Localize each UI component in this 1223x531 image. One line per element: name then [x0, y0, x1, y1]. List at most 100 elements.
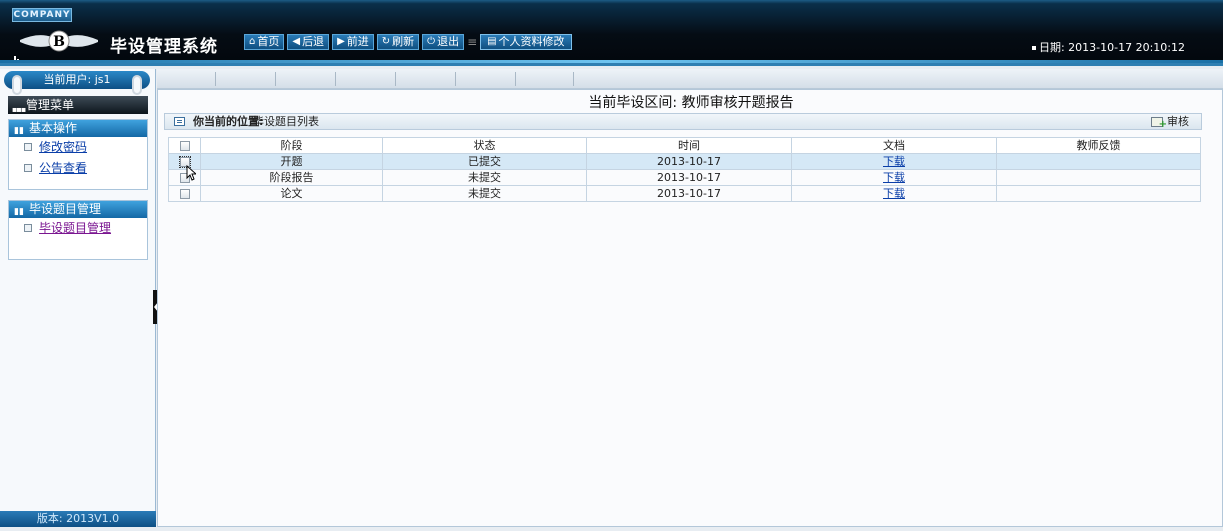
topic-table: 阶段 状态 时间 文档 教师反馈 开题 已提交 2013-10-17 下载 阶段…	[168, 137, 1201, 202]
menu-group-title: 毕设题目管理	[29, 202, 102, 216]
date-value: 2013-10-17 20:10:12	[1068, 41, 1185, 54]
feedback-cell	[996, 153, 1201, 170]
audit-label: 审核	[1167, 115, 1189, 128]
stage-cell: 开题	[200, 153, 383, 170]
sidebar: 当前用户: js1 ▪▪▪ 管理菜单 ▮▮ 基本操作 修改密码 公告查看 ▮▮ …	[0, 69, 156, 527]
app-window: COMPANY B 毕设管理系统 ⌂ 首页 ◀ 后退 ▶ 前进 ↻ 刷新 ⏻ 退出 ≡ ▤…	[0, 0, 1223, 531]
status-cell: 未提交	[382, 185, 587, 202]
svg-text:B: B	[53, 34, 65, 50]
signal-icon	[14, 56, 22, 62]
column-header: 状态	[382, 137, 587, 154]
menu-title: ▪▪▪ 管理菜单	[8, 96, 148, 114]
toolbar-separator-icon: ≡	[467, 35, 478, 49]
topic-management-link[interactable]: 毕设题目管理	[39, 221, 111, 235]
logout-button[interactable]: ⏻ 退出	[422, 34, 465, 50]
home-button[interactable]: ⌂ 首页	[244, 34, 285, 50]
list-icon	[174, 117, 185, 126]
row-checkbox[interactable]	[179, 189, 190, 199]
select-all-cell[interactable]	[168, 137, 201, 154]
sidebar-item-announcements[interactable]: 公告查看	[9, 158, 147, 179]
table-header-row: 阶段 状态 时间 文档 教师反馈	[168, 137, 1201, 154]
tab-divider	[335, 72, 336, 86]
arrow-right-icon: ▶	[337, 36, 345, 47]
column-header: 教师反馈	[996, 137, 1201, 154]
tab-divider	[455, 72, 456, 86]
menu-group-header-basic[interactable]: ▮▮ 基本操作	[9, 120, 147, 137]
home-icon: ⌂	[249, 36, 256, 47]
refresh-icon: ↻	[381, 36, 391, 47]
menu-spacer	[9, 179, 147, 189]
status-cell: 已提交	[382, 153, 587, 170]
forward-button[interactable]: ▶ 前进	[332, 34, 374, 50]
tab-divider	[515, 72, 516, 86]
tab-strip	[157, 69, 1223, 89]
system-title: 毕设管理系统	[110, 37, 218, 57]
menu-group-header-topic[interactable]: ▮▮ 毕设题目管理	[9, 201, 147, 218]
back-button[interactable]: ◀ 后退	[287, 34, 330, 50]
doc-cell: 下载	[791, 185, 997, 202]
time-cell: 2013-10-17	[586, 153, 792, 170]
table-row[interactable]: 开题 已提交 2013-10-17 下载	[168, 153, 1201, 170]
main-content: 当前毕设区间: 教师审核开题报告 你当前的位置: 毕设题目列表 审核 阶段 状态…	[157, 89, 1223, 527]
tab-divider	[275, 72, 276, 86]
column-header: 时间	[586, 137, 792, 154]
toolbar: ⌂ 首页 ◀ 后退 ▶ 前进 ↻ 刷新 ⏻ 退出 ≡ ▤ 个人资料修改	[244, 34, 572, 50]
grid-icon: ▪▪▪	[12, 105, 26, 114]
menu-group-topic: ▮▮ 毕设题目管理 毕设题目管理	[8, 200, 148, 260]
stage-cell: 论文	[200, 185, 383, 202]
breadcrumb-value: 毕设题目列表	[253, 115, 319, 128]
audit-icon	[1151, 116, 1167, 132]
feedback-cell	[996, 169, 1201, 186]
column-header: 阶段	[200, 137, 383, 154]
select-all-checkbox[interactable]	[179, 141, 190, 151]
edit-profile-label: 个人资料修改	[498, 35, 565, 48]
tab-divider	[573, 72, 574, 86]
home-label: 首页	[257, 35, 280, 48]
download-link[interactable]: 下载	[883, 155, 905, 168]
refresh-label: 刷新	[392, 35, 415, 48]
table-row[interactable]: 论文 未提交 2013-10-17 下载	[168, 185, 1201, 202]
time-cell: 2013-10-17	[586, 169, 792, 186]
page-icon	[24, 143, 32, 151]
power-icon: ⏻	[427, 36, 436, 47]
menu-group-basic: ▮▮ 基本操作 修改密码 公告查看	[8, 119, 148, 190]
back-label: 后退	[302, 35, 325, 48]
tab-divider	[215, 72, 216, 86]
refresh-button[interactable]: ↻ 刷新	[376, 34, 420, 50]
menu-group-title: 基本操作	[29, 121, 78, 135]
change-password-link[interactable]: 修改密码	[39, 140, 87, 154]
announcements-link[interactable]: 公告查看	[39, 161, 87, 175]
row-select-cell[interactable]	[168, 185, 201, 202]
binder-ring-icon	[12, 75, 22, 95]
page-icon	[24, 224, 32, 232]
sidebar-item-topic-management[interactable]: 毕设题目管理	[9, 218, 147, 239]
bullet-icon	[1031, 46, 1036, 50]
breadcrumb: 你当前的位置: 毕设题目列表 审核	[164, 113, 1202, 132]
table-row[interactable]: 阶段报告 未提交 2013-10-17 下载	[168, 169, 1201, 186]
binder-ring-icon	[132, 75, 142, 95]
arrow-left-icon: ◀	[292, 36, 301, 47]
sidebar-item-change-password[interactable]: 修改密码	[9, 137, 147, 158]
tab-divider	[395, 72, 396, 86]
current-user-label: 当前用户: js1	[43, 73, 111, 86]
bentley-logo-icon: B	[20, 30, 98, 52]
document-icon: ▤	[487, 36, 497, 47]
download-link[interactable]: 下载	[883, 171, 905, 184]
doc-cell: 下载	[791, 169, 997, 186]
header-bar: COMPANY B 毕设管理系统 ⌂ 首页 ◀ 后退 ▶ 前进 ↻ 刷新 ⏻ 退出 ≡ ▤…	[0, 0, 1223, 66]
menu-title-label: 管理菜单	[26, 98, 75, 112]
stage-cell: 阶段报告	[200, 169, 383, 186]
current-user-bar: 当前用户: js1	[4, 71, 150, 95]
date-label: 日期:	[1038, 41, 1065, 54]
company-badge: COMPANY	[12, 8, 72, 22]
mouse-cursor-icon	[186, 165, 196, 181]
forward-label: 前进	[346, 35, 369, 48]
time-cell: 2013-10-17	[586, 185, 792, 202]
column-header: 文档	[791, 137, 997, 154]
period-title: 当前毕设区间: 教师审核开题报告	[588, 95, 794, 111]
download-link[interactable]: 下载	[883, 187, 905, 200]
status-cell: 未提交	[382, 169, 587, 186]
doc-cell: 下载	[791, 153, 997, 170]
edit-profile-button[interactable]: ▤ 个人资料修改	[480, 34, 572, 50]
audit-button[interactable]: 审核	[1151, 114, 1189, 132]
